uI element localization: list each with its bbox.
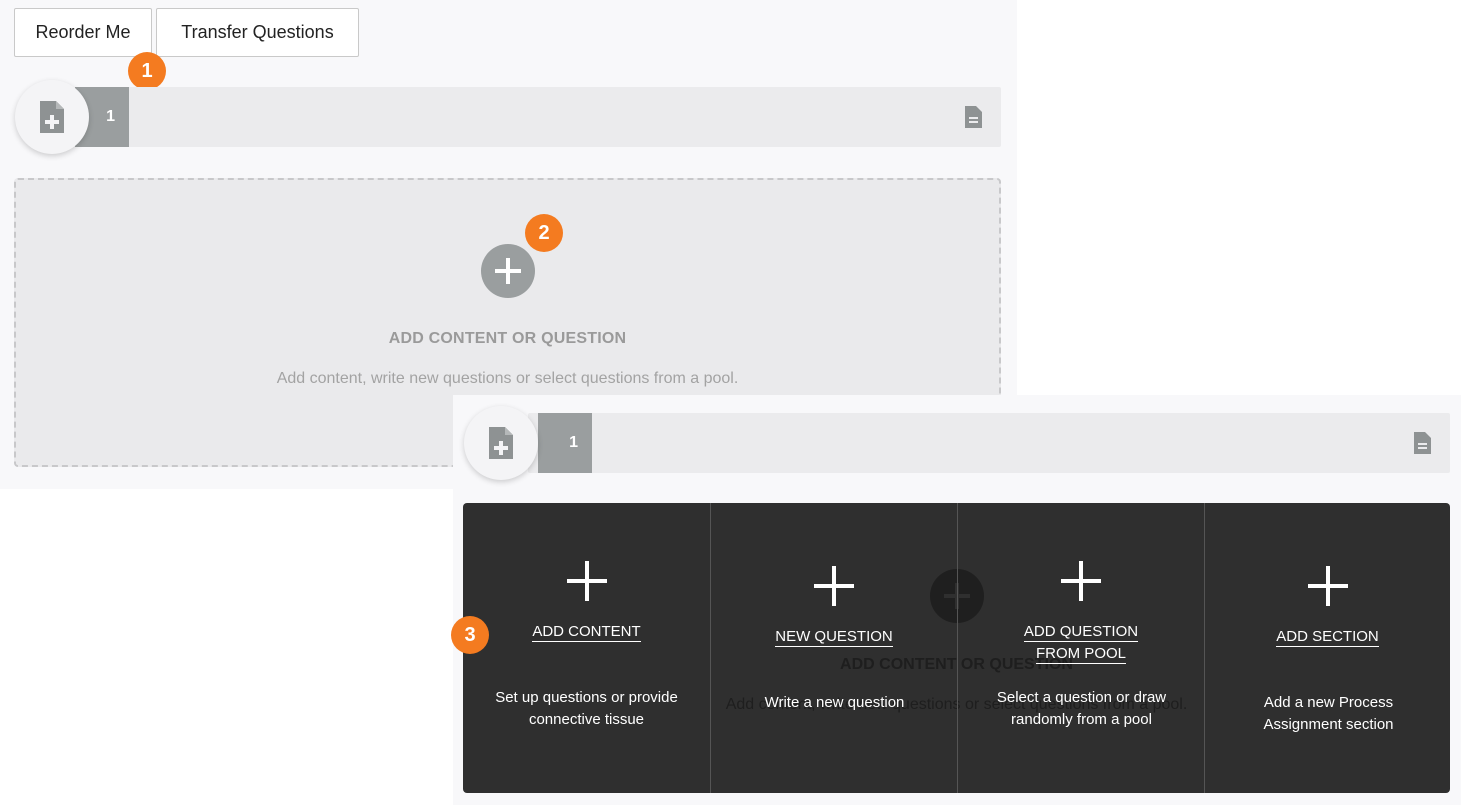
option-label[interactable]: ADD CONTENT (463, 621, 710, 643)
section-header-bar[interactable]: 1 (75, 87, 1001, 147)
add-content-menu: ADD CONTENT OR QUESTION Add content, wri… (463, 503, 1450, 793)
callout-badge-1: 1 (128, 52, 166, 90)
option-label[interactable]: NEW QUESTION (711, 626, 957, 648)
add-page-icon (40, 101, 64, 133)
plus-icon (1061, 561, 1101, 601)
option-description: Set up questions or provide connective t… (495, 689, 678, 728)
section-number: 1 (538, 413, 592, 473)
add-page-icon (489, 427, 513, 459)
add-page-icon-button[interactable] (15, 80, 89, 154)
add-content-option[interactable]: ADD CONTENT Set up questions or provide … (463, 503, 710, 793)
document-lines-icon[interactable] (963, 105, 983, 134)
option-description: Add a new Process Assignment section (1263, 694, 1394, 733)
add-question-from-pool-option[interactable]: ADD QUESTION FROM POOL Select a question… (957, 503, 1204, 793)
option-description: Select a question or draw randomly from … (996, 689, 1167, 728)
reorder-me-button[interactable]: Reorder Me (14, 8, 152, 57)
document-lines-icon[interactable] (1412, 431, 1432, 460)
callout-badge-2: 2 (525, 214, 563, 252)
new-question-option[interactable]: NEW QUESTION Write a new question (710, 503, 957, 793)
dropzone-title: ADD CONTENT OR QUESTION (388, 330, 627, 347)
option-description: Write a new question (764, 694, 905, 711)
option-label[interactable]: ADD QUESTION FROM POOL (958, 621, 1204, 665)
section-header-bar[interactable]: 1 (528, 413, 1450, 473)
plus-icon (814, 566, 854, 606)
dropzone-description: Add content, write new questions or sele… (276, 370, 739, 387)
plus-icon (566, 561, 607, 601)
callout-badge-3: 3 (451, 616, 489, 654)
content-editor-panel-expanded: 1 ADD CONTENT OR QUESTION Add content, w… (453, 395, 1461, 805)
plus-icon (1307, 566, 1348, 606)
option-label[interactable]: ADD SECTION (1205, 626, 1450, 648)
add-plus-circle-icon[interactable] (481, 244, 535, 298)
add-page-icon-button[interactable] (464, 406, 538, 480)
add-section-option[interactable]: ADD SECTION Add a new Process Assignment… (1204, 503, 1450, 793)
transfer-questions-button[interactable]: Transfer Questions (156, 8, 359, 57)
